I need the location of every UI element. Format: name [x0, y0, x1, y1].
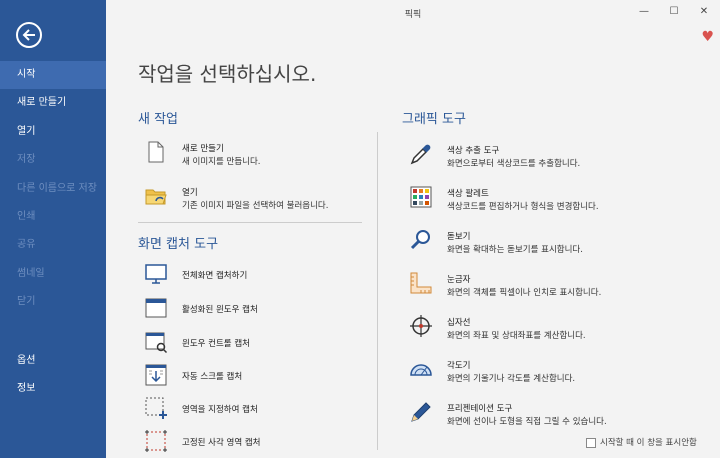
item-title: 각도기: [447, 361, 471, 371]
monitor-icon: [145, 264, 167, 284]
item-description: 화면을 확대하는 돋보기를 표시합니다.: [447, 245, 583, 255]
protractor-icon: [410, 364, 432, 376]
sidebar-item-thumbnail[interactable]: 썸네일: [0, 260, 106, 288]
item-label: 활성화된 윈도우 캡처: [182, 305, 258, 315]
item-label: 전체화면 캡처하기: [182, 271, 248, 281]
magnifier-icon: [410, 230, 430, 250]
capture-region-item[interactable]: 영역을 지정하여 캡처: [144, 396, 344, 420]
item-label: 영역을 지정하여 캡처: [182, 405, 258, 415]
column-divider: [377, 132, 378, 450]
section-title-new-task: 새 작업: [138, 112, 179, 127]
title-bar: 픽픽 — ☐ ✕: [106, 0, 720, 26]
window-icon: [145, 298, 167, 318]
sidebar-item-options[interactable]: 옵션: [0, 347, 106, 375]
item-label: 고정된 사각 영역 캡처: [182, 438, 261, 448]
item-label: 윈도우 컨트롤 캡처: [182, 339, 250, 349]
scroll-capture-icon: [145, 364, 167, 386]
item-description: 색상코드를 편집하거나 형식을 변경합니다.: [447, 202, 599, 212]
back-arrow-icon[interactable]: [16, 22, 42, 48]
fixed-region-icon: [145, 430, 167, 452]
item-description: 기존 이미지 파일을 선택하여 불러옵니다.: [182, 201, 329, 211]
color-picker-item[interactable]: 색상 추출 도구 화면으로부터 색상코드를 추출합니다.: [409, 142, 709, 172]
sidebar-item-open[interactable]: 열기: [0, 118, 106, 146]
main-content: 작업을 선택하십시오. 새 작업 새로 만들기 새 이미지를 만듭니다. 열기 …: [106, 26, 720, 458]
item-title: 눈금자: [447, 275, 471, 285]
new-document-icon: [148, 141, 164, 163]
new-image-item[interactable]: 새로 만들기 새 이미지를 만듭니다.: [144, 140, 374, 170]
capture-fixed-region-item[interactable]: 고정된 사각 영역 캡처: [144, 429, 344, 453]
item-title: 색상 추출 도구: [447, 146, 500, 156]
sidebar-nav: 시작 새로 만들기 열기 저장 다른 이름으로 저장 인쇄 공유 썸네일 닫기: [0, 61, 106, 317]
protractor-item[interactable]: 각도기 화면의 기울기나 각도를 계산합니다.: [409, 357, 709, 387]
eyedropper-icon: [410, 144, 431, 165]
close-button[interactable]: ✕: [694, 4, 714, 20]
dont-show-at-startup[interactable]: 시작할 때 이 창을 표시안함: [586, 436, 697, 448]
window-control-icon: [145, 332, 168, 354]
sidebar-bottom-nav: 옵션 정보: [0, 347, 106, 404]
pen-icon: [411, 402, 431, 422]
sidebar-item-share[interactable]: 공유: [0, 231, 106, 259]
ruler-item[interactable]: 눈금자 화면의 객체를 픽셀이나 인치로 표시합니다.: [409, 271, 709, 301]
item-description: 화면의 좌표 및 상대좌표를 계산합니다.: [447, 331, 586, 341]
capture-fullscreen-item[interactable]: 전체화면 캡처하기: [144, 262, 344, 286]
sidebar-item-start[interactable]: 시작: [0, 61, 106, 90]
item-title: 열기: [182, 188, 198, 198]
item-title: 색상 팔레트: [447, 189, 489, 199]
item-description: 화면으로부터 색상코드를 추출합니다.: [447, 159, 581, 169]
open-folder-icon: [145, 189, 167, 205]
item-title: 새로 만들기: [182, 144, 224, 154]
capture-auto-scroll-item[interactable]: 자동 스크롤 캡처: [144, 363, 344, 387]
section-title-graphic: 그래픽 도구: [402, 112, 466, 127]
minimize-button[interactable]: —: [634, 4, 654, 20]
magnifier-item[interactable]: 돋보기 화면을 확대하는 돋보기를 표시합니다.: [409, 228, 709, 258]
palette-grid-icon: [410, 186, 432, 208]
capture-window-control-item[interactable]: 윈도우 컨트롤 캡처: [144, 330, 344, 354]
sidebar: 시작 새로 만들기 열기 저장 다른 이름으로 저장 인쇄 공유 썸네일 닫기 …: [0, 0, 106, 458]
item-description: 화면의 기울기나 각도를 계산합니다.: [447, 374, 576, 384]
item-title: 프리젠테이션 도구: [447, 404, 513, 414]
crosshair-icon: [410, 315, 432, 337]
region-select-icon: [145, 397, 167, 419]
section-title-capture: 화면 캡처 도구: [138, 237, 219, 252]
sidebar-item-new[interactable]: 새로 만들기: [0, 89, 106, 117]
ruler-icon: [410, 272, 432, 294]
presentation-tool-item[interactable]: 프리젠테이션 도구 화면에 선이나 도형을 직접 그릴 수 있습니다.: [409, 400, 709, 430]
section-divider: [138, 222, 362, 223]
item-description: 화면의 객체를 픽셀이나 인치로 표시합니다.: [447, 288, 602, 298]
dont-show-checkbox[interactable]: [586, 437, 596, 448]
item-description: 화면에 선이나 도형을 직접 그릴 수 있습니다.: [447, 417, 607, 427]
item-title: 십자선: [447, 318, 471, 328]
sidebar-item-print[interactable]: 인쇄: [0, 203, 106, 231]
maximize-button[interactable]: ☐: [664, 4, 684, 20]
color-palette-item[interactable]: 색상 팔레트 색상코드를 편집하거나 형식을 변경합니다.: [409, 185, 709, 215]
item-title: 돋보기: [447, 232, 471, 242]
capture-active-window-item[interactable]: 활성화된 윈도우 캡처: [144, 296, 344, 320]
sidebar-item-save[interactable]: 저장: [0, 146, 106, 174]
sidebar-item-close[interactable]: 닫기: [0, 288, 106, 316]
sidebar-item-save-as[interactable]: 다른 이름으로 저장: [0, 175, 106, 203]
sidebar-item-info[interactable]: 정보: [0, 375, 106, 403]
item-description: 새 이미지를 만듭니다.: [182, 157, 261, 167]
window-title: 픽픽: [404, 10, 422, 20]
page-title: 작업을 선택하십시오.: [138, 62, 317, 86]
dont-show-label: 시작할 때 이 창을 표시안함: [600, 438, 697, 448]
open-image-item[interactable]: 열기 기존 이미지 파일을 선택하여 불러옵니다.: [144, 184, 374, 214]
item-label: 자동 스크롤 캡처: [182, 372, 243, 382]
crosshair-item[interactable]: 십자선 화면의 좌표 및 상대좌표를 계산합니다.: [409, 314, 709, 344]
